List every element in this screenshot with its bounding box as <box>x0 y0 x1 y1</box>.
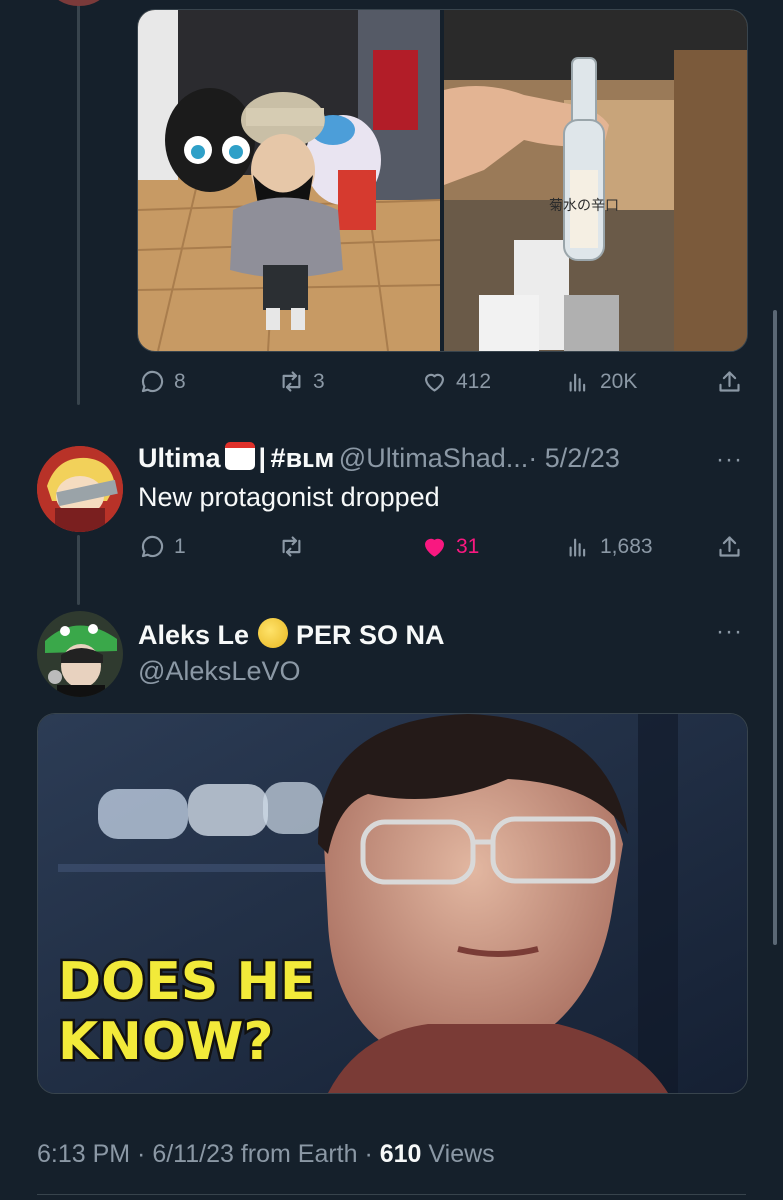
tweet3-more-icon[interactable]: ··· <box>716 618 743 646</box>
like-count: 412 <box>456 369 492 393</box>
heart-filled-icon <box>424 538 445 557</box>
birthday-cake-emoji-icon <box>224 442 255 470</box>
image-caption-line1: DOES HE <box>58 952 316 1012</box>
image-caption-line2: KNOW? <box>58 1012 274 1072</box>
tweet3-timestamp[interactable]: 6:13 PM · 6/11/23 from Earth · <box>37 1140 373 1168</box>
tweet2-text: New protagonist dropped <box>138 482 440 512</box>
retweet-icon <box>282 536 301 557</box>
scrollbar-thumb[interactable] <box>773 310 777 945</box>
tweet3-media[interactable]: DOES HE KNOW? <box>37 713 748 1094</box>
retweet-icon <box>282 371 301 392</box>
thread-line-middle <box>77 535 80 605</box>
full-moon-emoji-icon <box>257 618 288 648</box>
tweet2-date[interactable]: · 5/2/23 <box>528 443 620 473</box>
reply-count: 8 <box>174 369 186 393</box>
tweet2-avatar[interactable] <box>37 446 123 532</box>
tweet3-display-name-prefix: Aleks Le <box>138 620 250 650</box>
name-separator: | <box>258 443 267 473</box>
retweet-button[interactable]: 3 <box>278 368 325 395</box>
thread-line-top <box>77 0 80 405</box>
tweet2-views-button[interactable]: 1,683 <box>565 533 653 560</box>
tweet3-views-count: 610 <box>379 1140 422 1168</box>
views-icon <box>569 538 586 557</box>
tweet3-meta: 6:13 PM · 6/11/23 from Earth · 610 Views <box>37 1140 495 1169</box>
reply-icon <box>141 370 164 393</box>
tweet2-like-count: 31 <box>456 534 480 558</box>
previous-avatar[interactable] <box>52 0 106 6</box>
tweet3-name-row[interactable]: Aleks Le PER SO NA <box>138 618 445 651</box>
tweet2-views-count: 1,683 <box>600 534 653 558</box>
tweet1-photo-2[interactable]: 菊水の辛口 <box>444 10 747 351</box>
tweet1-photo-1[interactable] <box>138 10 440 351</box>
tweet2-hashtag[interactable]: #ʙʟᴍ <box>271 443 335 473</box>
share-icon <box>719 536 740 557</box>
views-icon <box>569 373 586 392</box>
like-button[interactable]: 412 <box>421 368 491 395</box>
bottle-label: 菊水の辛口 <box>549 198 619 214</box>
heart-icon <box>424 373 445 392</box>
reply-icon <box>141 535 164 558</box>
views-count: 20K <box>600 369 638 393</box>
tweet2-like-button[interactable]: 31 <box>421 533 479 560</box>
tweet2-retweet-button[interactable] <box>278 533 313 560</box>
share-button[interactable] <box>716 368 743 395</box>
tweet2-display-name[interactable]: Ultima <box>138 443 221 473</box>
tweet2-reply-count: 1 <box>174 534 186 558</box>
tweet3-display-name-suffix: PER SO NA <box>295 620 445 650</box>
tweet3-handle[interactable]: @AleksLeVO <box>138 656 300 687</box>
tweet2-handle[interactable]: @UltimaShad... <box>339 443 528 473</box>
tweet2-share-button[interactable] <box>716 533 743 560</box>
views-button[interactable]: 20K <box>565 368 637 395</box>
reply-button[interactable]: 8 <box>139 368 186 395</box>
tweet1-media[interactable]: 菊水の辛口 <box>137 9 748 352</box>
tweet2-header: Ultima | #ʙʟᴍ @UltimaShad...· 5/2/23 <box>138 442 738 478</box>
tweet2-reply-button[interactable]: 1 <box>139 533 186 560</box>
divider <box>37 1194 746 1195</box>
tweet3-views-label: Views <box>428 1140 495 1168</box>
tweet2-more-icon[interactable]: ··· <box>716 446 743 474</box>
tweet3-avatar[interactable] <box>37 611 123 697</box>
share-icon <box>719 371 740 392</box>
retweet-count: 3 <box>313 369 325 393</box>
